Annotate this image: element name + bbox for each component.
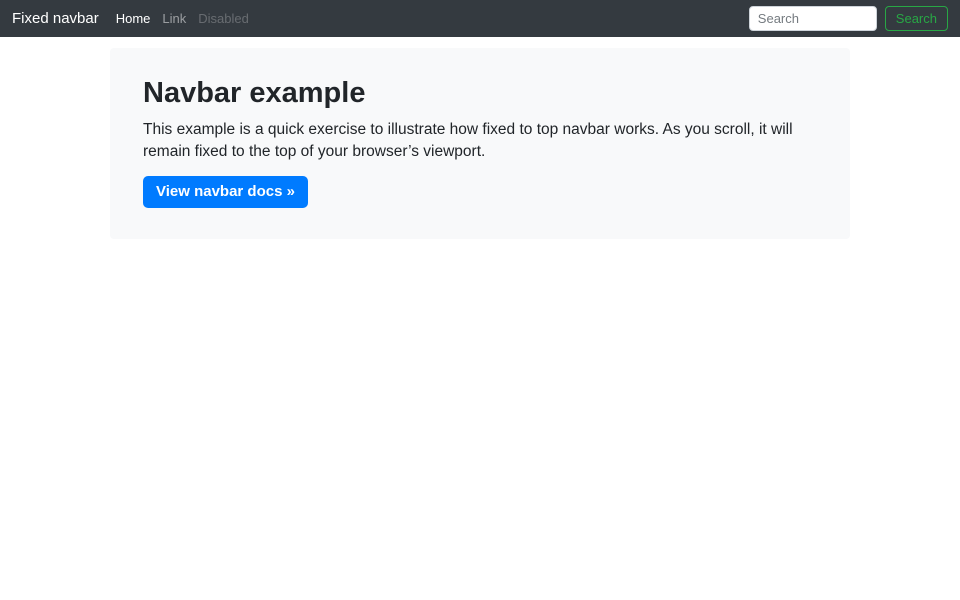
top-navbar: Fixed navbar Home Link Disabled Search xyxy=(0,0,960,37)
navbar-nav: Home Link Disabled xyxy=(110,10,255,28)
navbar-brand[interactable]: Fixed navbar xyxy=(12,10,99,27)
search-input[interactable] xyxy=(749,6,877,31)
search-form: Search xyxy=(749,6,948,31)
hero-card: Navbar example This example is a quick e… xyxy=(110,48,850,239)
nav-item-link: Link xyxy=(156,10,192,28)
view-navbar-docs-button[interactable]: View navbar docs » xyxy=(143,176,308,208)
search-button[interactable]: Search xyxy=(885,6,948,31)
nav-item-disabled: Disabled xyxy=(192,10,255,28)
hero-description: This example is a quick exercise to illu… xyxy=(143,119,817,163)
nav-item-home: Home xyxy=(110,10,157,28)
nav-link-disabled: Disabled xyxy=(192,11,255,26)
nav-link-home[interactable]: Home xyxy=(110,11,157,26)
page-title: Navbar example xyxy=(143,76,817,111)
nav-link-link[interactable]: Link xyxy=(156,11,192,26)
